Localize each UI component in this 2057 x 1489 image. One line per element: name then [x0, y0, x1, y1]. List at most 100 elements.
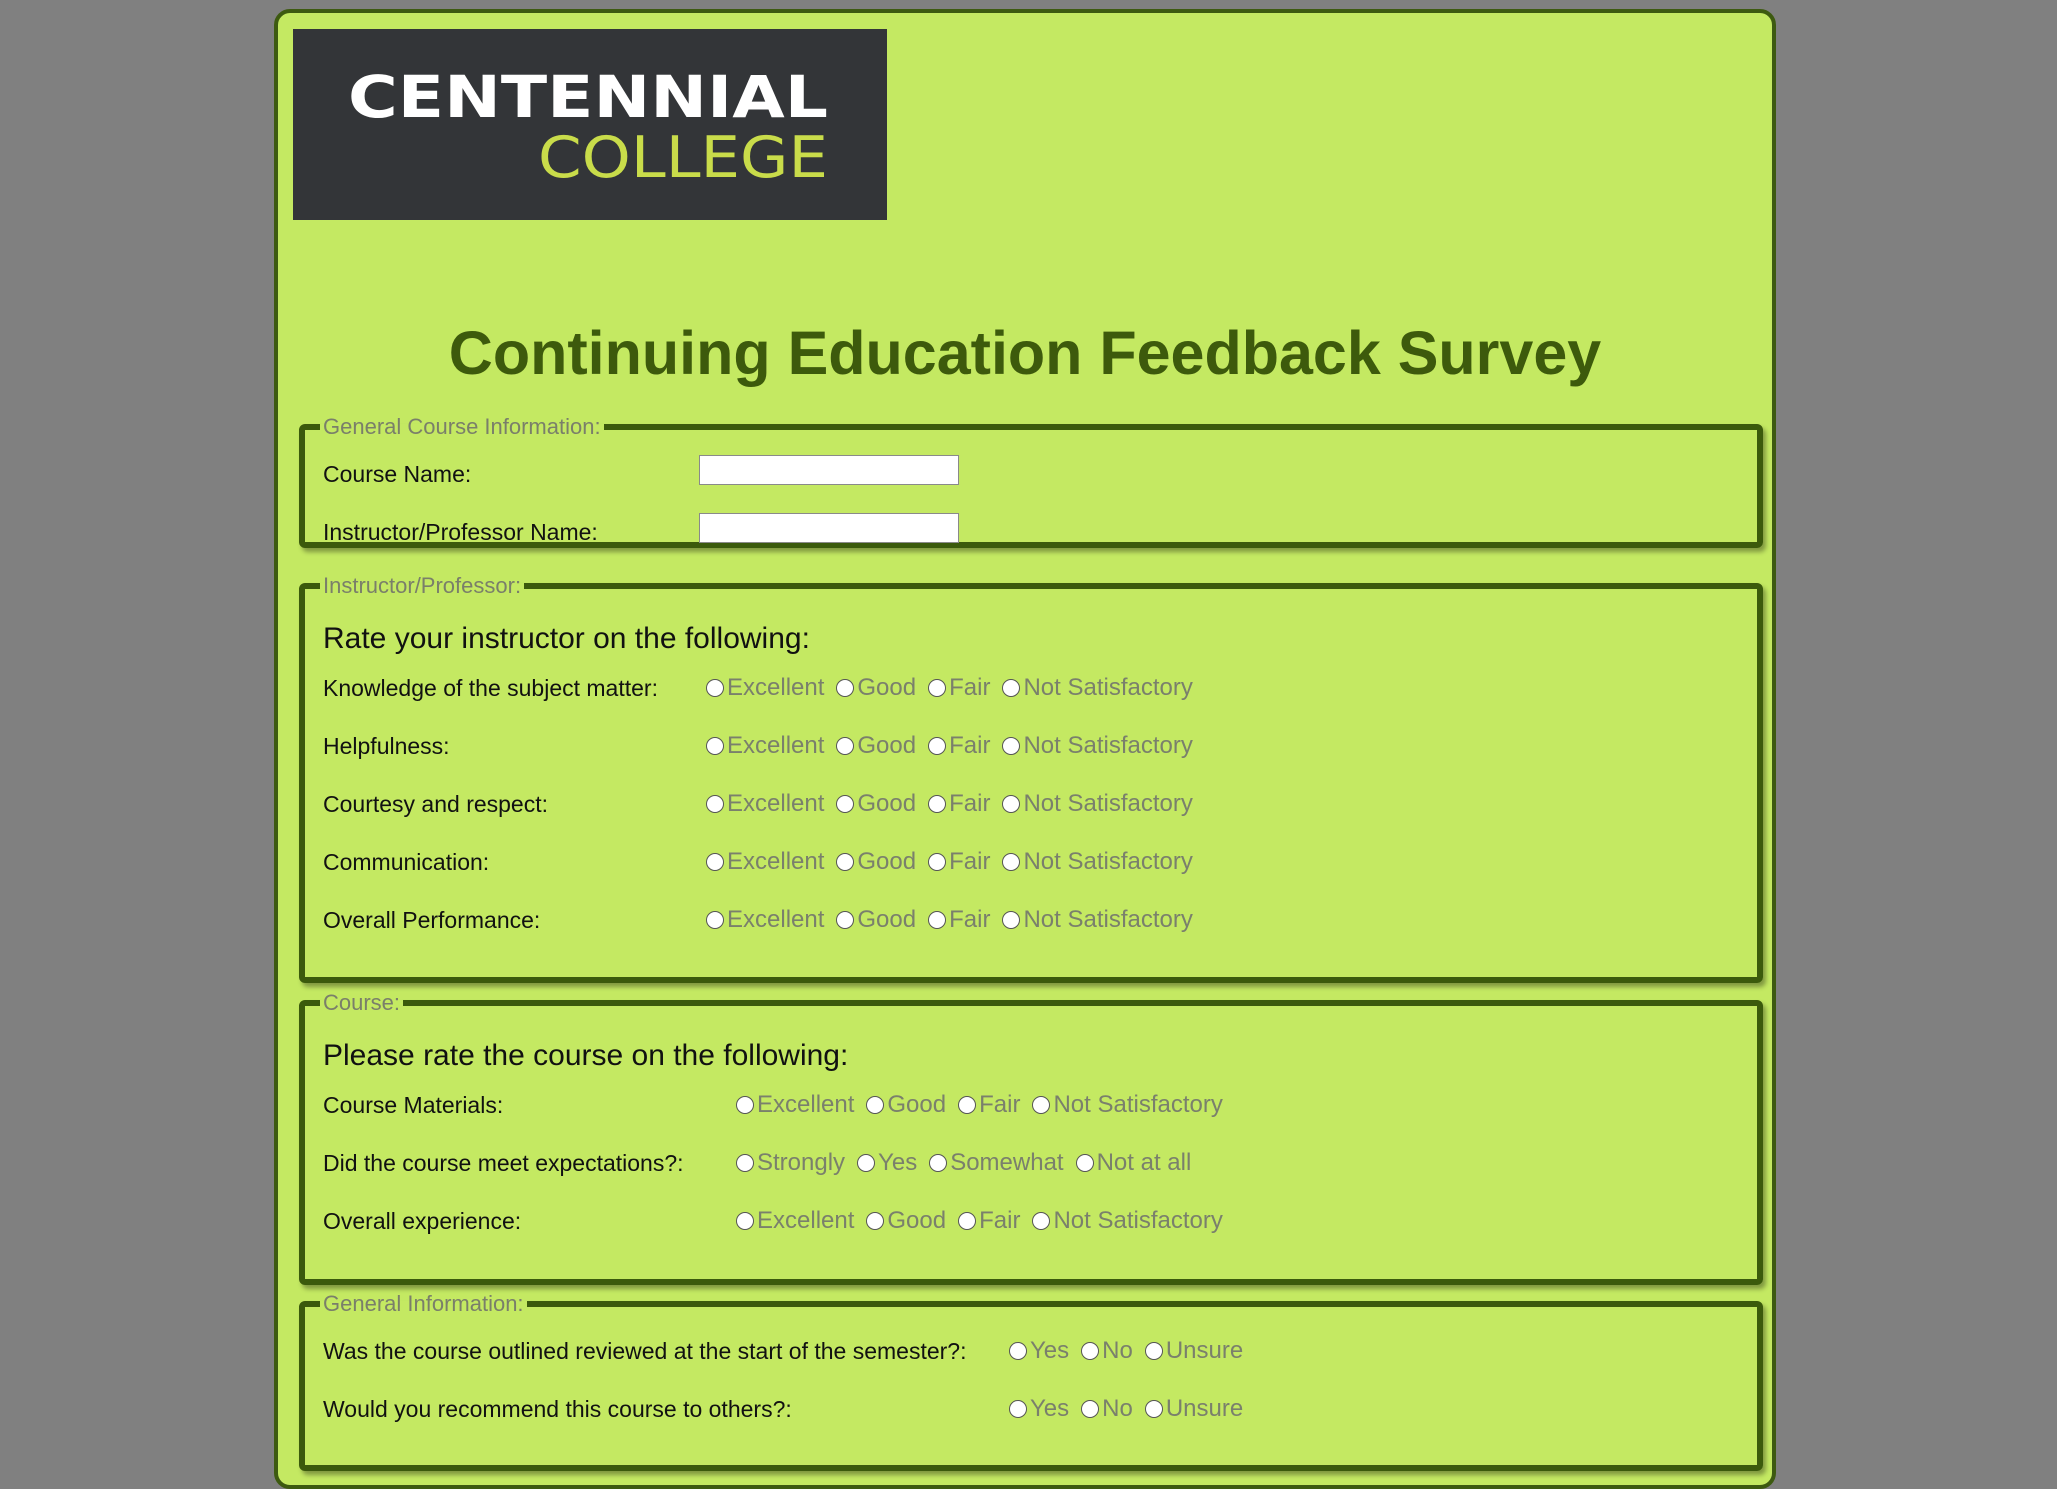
- radio-option-label: Fair: [949, 790, 991, 817]
- radio-button[interactable]: [866, 1096, 885, 1114]
- radio-button[interactable]: [706, 911, 724, 929]
- radio-button[interactable]: [928, 795, 947, 813]
- radio-option-fair[interactable]: Fair: [928, 676, 990, 700]
- radio-button[interactable]: [1002, 911, 1021, 929]
- radio-button[interactable]: [836, 795, 855, 813]
- course-name-input[interactable]: [699, 455, 959, 485]
- radio-option-label: Not Satisfactory: [1023, 848, 1193, 875]
- radio-option-not-at-all[interactable]: Not at all: [1075, 1151, 1191, 1175]
- radio-option-not-satisfactory[interactable]: Not Satisfactory: [1002, 848, 1193, 875]
- radio-group-general-info-1: Yes No Unsure: [1009, 1397, 1255, 1421]
- radio-option-excellent[interactable]: Excellent: [706, 908, 824, 932]
- course-legend: Course:: [323, 990, 401, 1015]
- radio-option-not-satisfactory[interactable]: Not Satisfactory: [1002, 676, 1193, 700]
- radio-option-not-satisfactory[interactable]: Not Satisfactory: [1032, 1093, 1223, 1117]
- question-label: Helpfulness:: [323, 733, 450, 759]
- radio-button[interactable]: [928, 853, 947, 871]
- radio-option-fair[interactable]: Fair: [928, 734, 990, 758]
- radio-option-label: Good: [857, 732, 917, 759]
- radio-button[interactable]: [929, 1154, 948, 1172]
- radio-option-good[interactable]: Good: [836, 850, 916, 874]
- radio-button[interactable]: [836, 737, 855, 755]
- radio-button[interactable]: [706, 679, 724, 697]
- radio-button[interactable]: [706, 737, 724, 755]
- course-name-label: Course Name:: [323, 461, 472, 487]
- radio-button[interactable]: [1144, 1342, 1163, 1360]
- radio-button[interactable]: [1002, 737, 1021, 755]
- radio-group-instructor-4: Excellent Good Fair Not Satisfactory: [706, 908, 1205, 932]
- radio-button[interactable]: [1002, 853, 1021, 871]
- radio-option-label: Good: [857, 848, 917, 875]
- radio-button[interactable]: [706, 795, 724, 813]
- radio-option-label: Fair: [949, 732, 991, 759]
- radio-option-not-satisfactory[interactable]: Not Satisfactory: [1032, 1209, 1223, 1233]
- radio-button[interactable]: [1081, 1400, 1100, 1418]
- radio-option-unsure[interactable]: Unsure: [1144, 1337, 1244, 1364]
- radio-option-excellent[interactable]: Excellent: [706, 792, 824, 816]
- radio-option-excellent[interactable]: Excellent: [706, 676, 824, 700]
- radio-button[interactable]: [836, 853, 855, 871]
- radio-option-good[interactable]: Good: [836, 908, 916, 932]
- radio-option-somewhat[interactable]: Somewhat: [929, 1151, 1064, 1175]
- radio-option-good[interactable]: Good: [866, 1209, 946, 1233]
- instructor-name-input[interactable]: [699, 513, 959, 543]
- radio-option-excellent[interactable]: Excellent: [736, 1209, 854, 1233]
- radio-option-not-satisfactory[interactable]: Not Satisfactory: [1002, 908, 1193, 932]
- radio-button[interactable]: [958, 1096, 977, 1114]
- radio-option-label: Excellent: [727, 906, 825, 933]
- radio-option-label: Unsure: [1165, 1337, 1244, 1364]
- radio-button[interactable]: [1081, 1342, 1100, 1360]
- radio-option-fair[interactable]: Fair: [928, 850, 990, 874]
- radio-option-fair[interactable]: Fair: [958, 1209, 1020, 1233]
- radio-option-not-satisfactory[interactable]: Not Satisfactory: [1002, 792, 1193, 816]
- radio-button[interactable]: [1009, 1400, 1027, 1418]
- radio-button[interactable]: [1144, 1400, 1163, 1418]
- radio-button[interactable]: [836, 679, 855, 697]
- radio-option-strongly[interactable]: Strongly: [736, 1151, 845, 1175]
- radio-button[interactable]: [928, 679, 947, 697]
- radio-option-yes[interactable]: Yes: [1009, 1397, 1069, 1421]
- radio-button[interactable]: [736, 1212, 754, 1230]
- radio-button[interactable]: [736, 1096, 754, 1114]
- question-label: Courtesy and respect:: [323, 791, 549, 817]
- radio-button[interactable]: [928, 911, 947, 929]
- page-title: Continuing Education Feedback Survey: [448, 319, 1602, 387]
- radio-option-good[interactable]: Good: [866, 1093, 946, 1117]
- radio-button[interactable]: [706, 853, 724, 871]
- radio-button[interactable]: [1032, 1212, 1051, 1230]
- general-course-legend: General Course Information:: [323, 414, 601, 439]
- question-label: Overall experience:: [323, 1208, 522, 1234]
- radio-option-excellent[interactable]: Excellent: [706, 850, 824, 874]
- radio-option-good[interactable]: Good: [836, 734, 916, 758]
- radio-option-label: No: [1102, 1395, 1133, 1422]
- radio-option-good[interactable]: Good: [836, 792, 916, 816]
- radio-option-excellent[interactable]: Excellent: [736, 1093, 854, 1117]
- radio-option-not-satisfactory[interactable]: Not Satisfactory: [1002, 734, 1193, 758]
- radio-group-instructor-0: Excellent Good Fair Not Satisfactory: [706, 676, 1205, 700]
- radio-button[interactable]: [736, 1154, 754, 1172]
- radio-option-excellent[interactable]: Excellent: [706, 734, 824, 758]
- radio-button[interactable]: [836, 911, 855, 929]
- radio-button[interactable]: [866, 1212, 885, 1230]
- radio-button[interactable]: [958, 1212, 977, 1230]
- radio-group-course-1: Strongly Yes Somewhat Not at all: [736, 1151, 1203, 1175]
- radio-option-label: Yes: [878, 1149, 918, 1176]
- radio-option-good[interactable]: Good: [836, 676, 916, 700]
- radio-option-yes[interactable]: Yes: [1009, 1339, 1069, 1363]
- radio-option-fair[interactable]: Fair: [928, 908, 990, 932]
- radio-button[interactable]: [1075, 1154, 1094, 1172]
- radio-button[interactable]: [1002, 795, 1021, 813]
- question-label: Would you recommend this course to other…: [323, 1396, 792, 1422]
- instructor-subheading: Rate your instructor on the following:: [323, 622, 810, 655]
- radio-button[interactable]: [928, 737, 947, 755]
- radio-button[interactable]: [1009, 1342, 1027, 1360]
- radio-option-fair[interactable]: Fair: [928, 792, 990, 816]
- radio-option-no[interactable]: No: [1081, 1397, 1133, 1421]
- radio-option-yes[interactable]: Yes: [857, 1151, 917, 1175]
- radio-option-no[interactable]: No: [1081, 1339, 1133, 1363]
- radio-button[interactable]: [1032, 1096, 1051, 1114]
- radio-button[interactable]: [1002, 679, 1021, 697]
- radio-button[interactable]: [857, 1154, 876, 1172]
- radio-option-unsure[interactable]: Unsure: [1144, 1397, 1243, 1421]
- radio-option-fair[interactable]: Fair: [958, 1093, 1020, 1117]
